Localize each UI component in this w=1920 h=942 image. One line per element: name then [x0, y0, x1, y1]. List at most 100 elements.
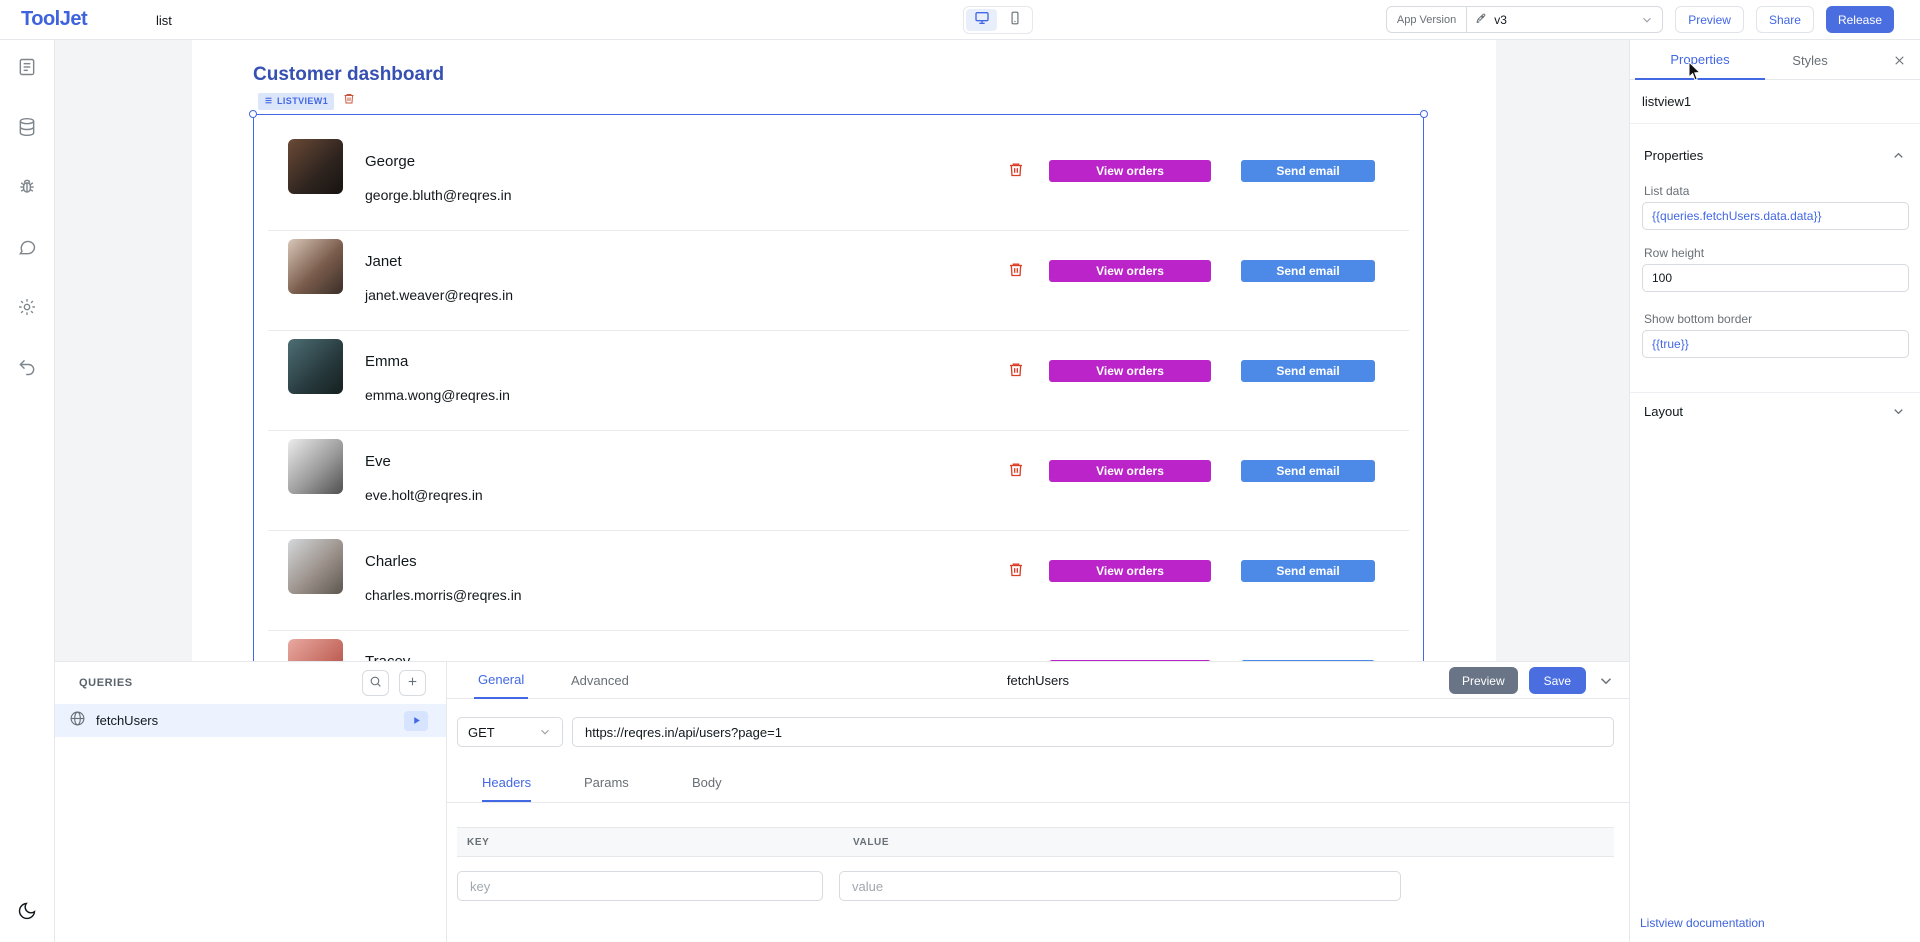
delete-row-icon[interactable]: [1008, 461, 1025, 479]
show-bottom-border-label: Show bottom border: [1644, 312, 1752, 326]
query-editor-actions: Preview Save: [1449, 667, 1615, 694]
avatar: [288, 239, 343, 294]
row-height-input[interactable]: [1642, 264, 1909, 292]
send-email-button[interactable]: Send email: [1241, 360, 1375, 382]
properties-tabbar: Properties Styles: [1630, 40, 1920, 80]
view-orders-button[interactable]: View orders: [1049, 160, 1211, 182]
list-data-input[interactable]: [1642, 202, 1909, 230]
query-editor-tabbar: General Advanced fetchUsers Preview Save: [447, 662, 1629, 699]
add-query-button[interactable]: [399, 670, 426, 696]
key-column-header: KEY: [467, 837, 489, 848]
undo-icon[interactable]: [16, 356, 38, 378]
preview-button[interactable]: Preview: [1675, 6, 1744, 33]
delete-row-icon[interactable]: [1008, 161, 1025, 179]
pages-icon[interactable]: [16, 56, 38, 78]
search-queries-button[interactable]: [362, 670, 389, 696]
subtab-params[interactable]: Params: [584, 775, 629, 800]
query-list-item-fetchusers[interactable]: fetchUsers: [55, 704, 446, 737]
query-name: fetchUsers: [96, 713, 158, 728]
share-button[interactable]: Share: [1756, 6, 1814, 33]
app-version-value: v3: [1494, 13, 1507, 27]
query-list-panel: QUERIES: [55, 662, 447, 942]
subtab-body[interactable]: Body: [692, 775, 722, 800]
query-panel: QUERIES: [55, 661, 1629, 942]
avatar: [288, 439, 343, 494]
app-name: list: [156, 13, 172, 28]
release-button[interactable]: Release: [1826, 6, 1894, 33]
listview-badge[interactable]: LISTVIEW1: [258, 93, 334, 110]
user-name: Emma: [365, 353, 408, 370]
listview-rows: George george.bluth@reqres.in View order…: [268, 131, 1409, 731]
collapse-panel-icon[interactable]: [1597, 672, 1615, 690]
delete-widget-icon[interactable]: [343, 92, 355, 110]
delete-row-icon[interactable]: [1008, 261, 1025, 279]
dark-mode-icon[interactable]: [16, 900, 38, 922]
user-email: charles.morris@reqres.in: [365, 587, 522, 603]
properties-section-header[interactable]: Properties: [1630, 136, 1920, 174]
query-list-actions: [362, 670, 426, 696]
properties-section-label: Properties: [1644, 148, 1703, 163]
layout-section-label: Layout: [1644, 404, 1683, 419]
header-key-input[interactable]: [457, 871, 823, 901]
kv-table-header: KEY VALUE: [457, 827, 1614, 857]
database-icon[interactable]: [16, 116, 38, 138]
url-input[interactable]: [572, 717, 1614, 747]
send-email-button[interactable]: Send email: [1241, 460, 1375, 482]
chevron-down-icon: [1891, 404, 1906, 419]
queries-title: QUERIES: [79, 677, 133, 689]
send-email-button[interactable]: Send email: [1241, 160, 1375, 182]
avatar: [288, 339, 343, 394]
list-data-label: List data: [1644, 184, 1689, 198]
query-save-button[interactable]: Save: [1529, 667, 1586, 694]
user-email: janet.weaver@reqres.in: [365, 287, 513, 303]
mobile-icon: [1008, 11, 1022, 30]
widget-config-handle: LISTVIEW1: [258, 92, 355, 110]
app-version-label: App Version: [1386, 6, 1467, 33]
run-query-button[interactable]: [404, 711, 428, 731]
tab-properties[interactable]: Properties: [1635, 40, 1765, 80]
show-bottom-border-input[interactable]: [1642, 330, 1909, 358]
query-preview-button[interactable]: Preview: [1449, 667, 1518, 694]
delete-row-icon[interactable]: [1008, 361, 1025, 379]
chevron-down-icon: [538, 725, 552, 739]
send-email-button[interactable]: Send email: [1241, 260, 1375, 282]
app-version-select[interactable]: v3: [1467, 6, 1663, 33]
user-name: George: [365, 153, 415, 170]
settings-icon[interactable]: [16, 296, 38, 318]
view-orders-button[interactable]: View orders: [1049, 460, 1211, 482]
tab-advanced[interactable]: Advanced: [567, 662, 633, 699]
user-email: eve.holt@reqres.in: [365, 487, 483, 503]
view-orders-button[interactable]: View orders: [1049, 560, 1211, 582]
left-sidebar: [0, 40, 55, 942]
debugger-icon[interactable]: [16, 176, 38, 198]
view-orders-button[interactable]: View orders: [1049, 260, 1211, 282]
send-email-button[interactable]: Send email: [1241, 560, 1375, 582]
search-icon: [369, 675, 382, 692]
avatar: [288, 539, 343, 594]
comments-icon[interactable]: [16, 236, 38, 258]
header-value-input[interactable]: [839, 871, 1401, 901]
desktop-toggle-button[interactable]: [966, 9, 997, 31]
delete-row-icon[interactable]: [1008, 561, 1025, 579]
app-root: ToolJet list App Version v3: [0, 0, 1920, 942]
user-name: Eve: [365, 453, 391, 470]
topbar-actions: App Version v3 Preview Share Release: [1386, 6, 1894, 33]
close-icon[interactable]: [1888, 49, 1910, 71]
listview-documentation-link[interactable]: Listview documentation: [1640, 916, 1765, 930]
method-select[interactable]: GET: [457, 717, 563, 747]
list-item: George george.bluth@reqres.in View order…: [268, 131, 1409, 231]
tooljet-logo: ToolJet: [21, 8, 87, 31]
subtab-headers[interactable]: Headers: [482, 775, 531, 802]
layout-section-header[interactable]: Layout: [1630, 392, 1920, 430]
list-item: Emma emma.wong@reqres.in View orders Sen…: [268, 331, 1409, 431]
resize-handle-top-right[interactable]: [1420, 110, 1428, 118]
listview-badge-label: LISTVIEW1: [277, 96, 328, 106]
mobile-toggle-button[interactable]: [999, 9, 1030, 31]
resize-handle-top-left[interactable]: [249, 110, 257, 118]
tab-general[interactable]: General: [474, 662, 528, 699]
tab-styles[interactable]: Styles: [1765, 40, 1855, 80]
plus-icon: [406, 675, 419, 692]
canvas-title-text[interactable]: Customer dashboard: [253, 64, 444, 86]
view-orders-button[interactable]: View orders: [1049, 360, 1211, 382]
properties-panel: Properties Styles listview1 Properties L…: [1629, 40, 1920, 942]
